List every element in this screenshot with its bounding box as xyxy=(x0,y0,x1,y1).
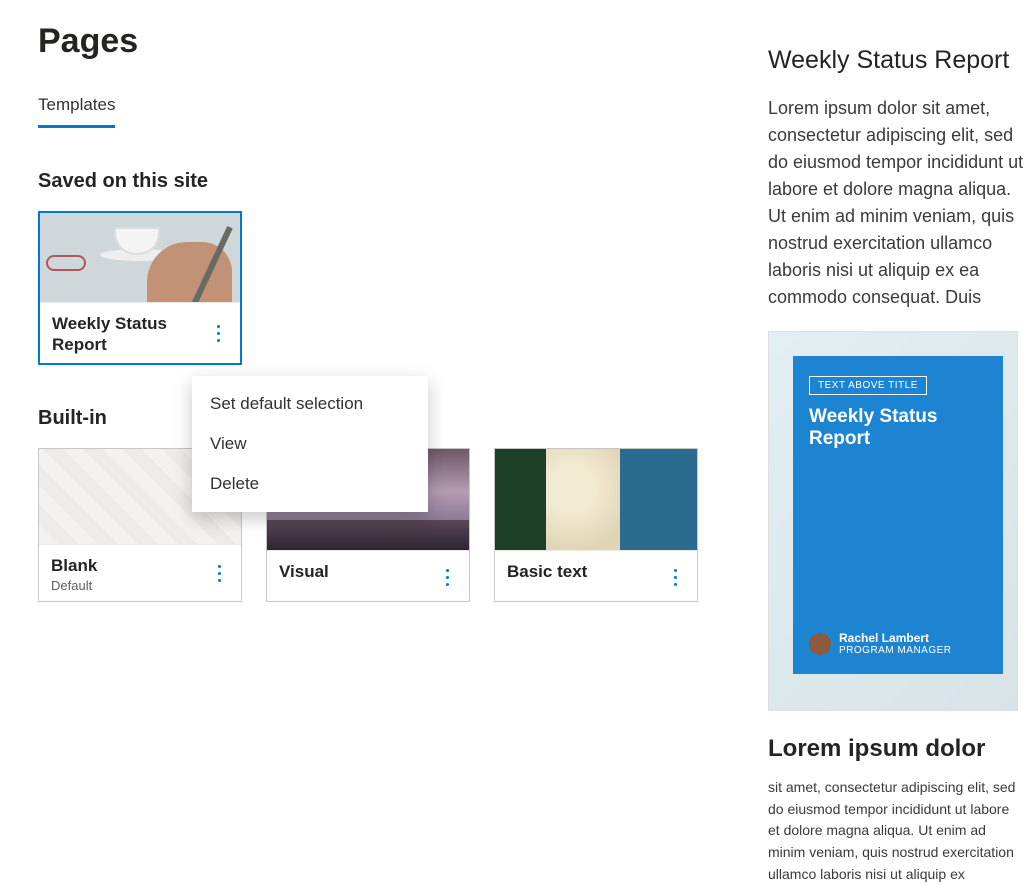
tab-templates[interactable]: Templates xyxy=(38,89,115,128)
preview-card-person-name: Rachel Lambert xyxy=(839,631,952,645)
context-menu: Set default selection View Delete xyxy=(192,376,428,512)
preview-panel: Weekly Status Report Lorem ipsum dolor s… xyxy=(768,46,1024,706)
template-card-basic-text[interactable]: Basic text xyxy=(494,448,698,602)
tabs: Templates xyxy=(38,89,728,128)
template-subtitle: Default xyxy=(51,578,97,593)
template-title: Visual xyxy=(279,561,329,582)
more-options-button[interactable] xyxy=(210,318,228,350)
menu-item-view[interactable]: View xyxy=(192,424,428,464)
template-title: Blank xyxy=(51,555,97,576)
template-card-footer: Visual xyxy=(267,550,469,601)
template-card-footer: Blank Default xyxy=(39,544,241,601)
preview-title: Weekly Status Report xyxy=(768,46,1024,75)
section-heading-saved: Saved on this site xyxy=(38,170,728,193)
more-icon xyxy=(218,565,221,582)
preview-heading-2: Lorem ipsum dolor xyxy=(768,735,1024,763)
template-card-footer: Weekly Status Report xyxy=(40,302,240,364)
saved-templates-row: Weekly Status Report xyxy=(38,211,728,365)
preview-card-person-role: PROGRAM MANAGER xyxy=(839,645,952,656)
preview-paragraph: Lorem ipsum dolor sit amet, consectetur … xyxy=(768,95,1024,311)
template-title: Weekly Status Report xyxy=(52,313,210,356)
page-title: Pages xyxy=(38,22,728,61)
template-card-footer: Basic text xyxy=(495,550,697,601)
more-icon xyxy=(674,569,677,586)
more-icon xyxy=(217,325,220,342)
preview-card-person: Rachel Lambert PROGRAM MANAGER xyxy=(809,631,952,656)
template-card-weekly-status[interactable]: Weekly Status Report xyxy=(38,211,242,365)
preview-card-tag: TEXT ABOVE TITLE xyxy=(809,376,927,395)
avatar xyxy=(809,633,831,655)
template-thumbnail xyxy=(495,449,697,550)
more-options-button[interactable] xyxy=(437,561,457,593)
preview-card-title: Weekly Status Report xyxy=(809,406,1003,450)
menu-item-delete[interactable]: Delete xyxy=(192,464,428,504)
more-options-button[interactable] xyxy=(665,561,685,593)
menu-item-set-default[interactable]: Set default selection xyxy=(192,384,428,424)
template-thumbnail xyxy=(40,213,240,302)
preview-paragraph-2: sit amet, consectetur adipiscing elit, s… xyxy=(768,777,1024,885)
more-options-button[interactable] xyxy=(209,558,229,590)
preview-hero-card: TEXT ABOVE TITLE Weekly Status Report Ra… xyxy=(768,331,1018,711)
template-title: Basic text xyxy=(507,561,587,582)
more-icon xyxy=(446,569,449,586)
